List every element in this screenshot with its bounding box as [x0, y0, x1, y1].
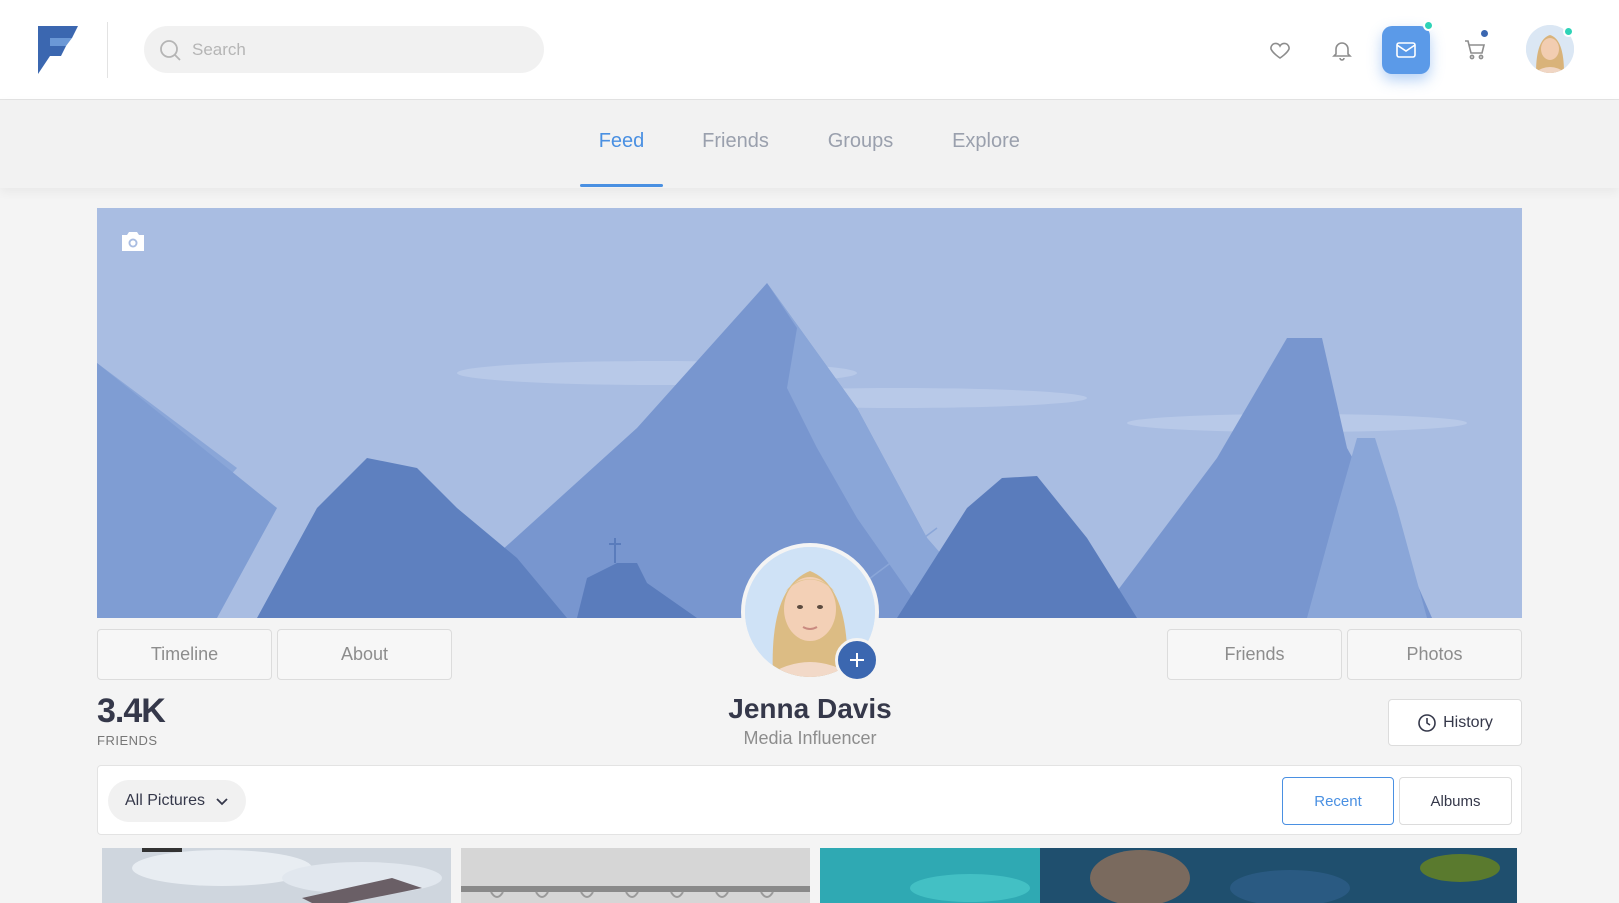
cart-icon — [1465, 40, 1486, 60]
gallery-photo[interactable] — [102, 848, 451, 903]
likes-button[interactable] — [1256, 26, 1304, 74]
profile-role: Media Influencer — [743, 728, 877, 748]
mail-icon — [1396, 42, 1416, 58]
pictures-filter-dropdown[interactable]: All Pictures — [108, 780, 246, 822]
camera-icon[interactable] — [119, 228, 147, 254]
profile-name: Jenna Davis — [728, 693, 892, 724]
cart-button[interactable] — [1451, 26, 1499, 74]
tab-explore[interactable]: Explore — [946, 100, 1026, 188]
online-status-dot — [1563, 26, 1574, 37]
clock-icon — [1418, 713, 1436, 732]
search-bar[interactable] — [144, 26, 544, 73]
gallery-photo[interactable] — [820, 848, 1517, 903]
bell-icon — [1332, 42, 1352, 61]
photo-airplane — [102, 848, 451, 903]
add-friend-button[interactable] — [835, 638, 879, 682]
profile-tab-photos[interactable]: Photos — [1347, 629, 1522, 680]
photo-clothes-rack — [461, 848, 810, 903]
main-nav: Feed Friends Groups Explore — [0, 100, 1619, 188]
messages-button[interactable] — [1382, 20, 1434, 74]
tab-groups[interactable]: Groups — [822, 100, 899, 188]
cart-badge — [1479, 28, 1490, 39]
gallery-toolbar: All Pictures Recent Albums — [97, 765, 1522, 835]
profile-tab-friends[interactable]: Friends — [1167, 629, 1342, 680]
photo-coastline — [820, 848, 1517, 903]
plus-icon — [850, 653, 864, 667]
filter-label: All Pictures — [124, 792, 206, 809]
recent-button[interactable]: Recent — [1282, 777, 1394, 825]
tab-feed[interactable]: Feed — [580, 100, 663, 188]
messages-badge — [1423, 20, 1434, 31]
heart-icon — [1270, 42, 1290, 59]
top-header — [0, 0, 1619, 100]
friends-count: 3.4K — [97, 692, 166, 730]
profile-tab-timeline[interactable]: Timeline — [97, 629, 272, 680]
history-label: History — [1443, 713, 1493, 731]
notifications-button[interactable] — [1318, 26, 1366, 74]
tab-friends[interactable]: Friends — [697, 100, 774, 188]
history-button[interactable]: History — [1388, 699, 1522, 746]
albums-button[interactable]: Albums — [1399, 777, 1512, 825]
brand-logo[interactable] — [36, 24, 80, 76]
friends-label: FRIENDS — [97, 733, 158, 748]
header-divider — [107, 22, 108, 78]
gallery-photo[interactable] — [461, 848, 810, 903]
profile-tab-about[interactable]: About — [277, 629, 452, 680]
search-icon — [160, 40, 181, 61]
chevron-down-icon — [216, 798, 228, 806]
search-input[interactable] — [192, 26, 532, 73]
